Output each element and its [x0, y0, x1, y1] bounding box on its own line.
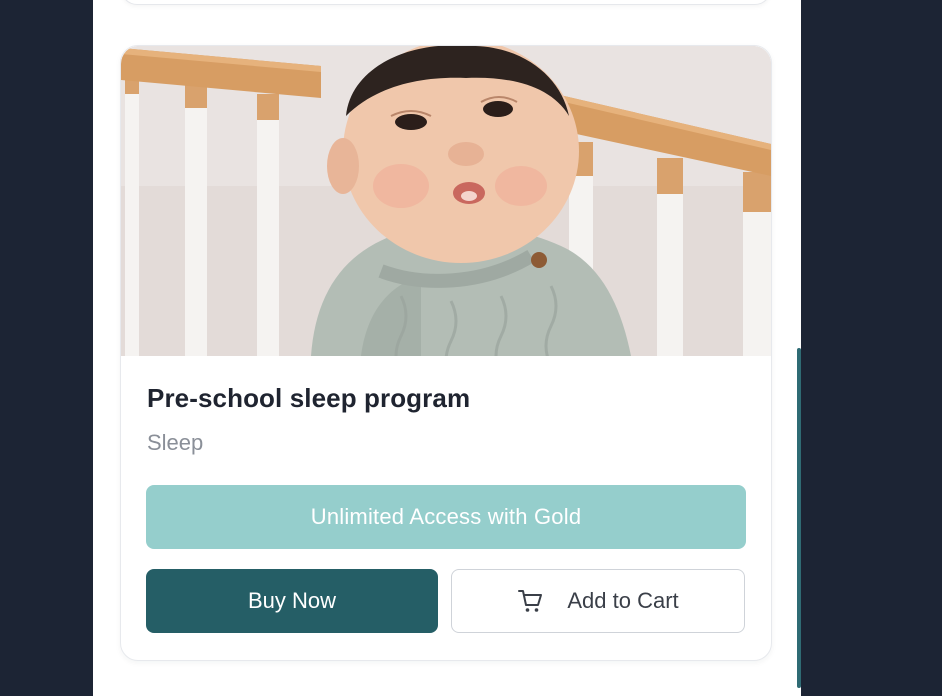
shopping-cart-icon [517, 588, 543, 614]
unlimited-access-gold-button[interactable]: Unlimited Access with Gold [146, 485, 746, 549]
product-title[interactable]: Pre-school sleep program [147, 383, 470, 414]
buy-now-button[interactable]: Buy Now [146, 569, 438, 633]
app-viewport[interactable]: Pre-school sleep program Sleep Unlimited… [93, 0, 801, 696]
gold-button-label: Unlimited Access with Gold [310, 504, 582, 529]
add-to-cart-button[interactable]: Add to Cart [451, 569, 745, 633]
product-card[interactable]: Pre-school sleep program Sleep Unlimited… [120, 45, 772, 661]
product-category: Sleep [147, 430, 204, 455]
add-to-cart-label: Add to Cart [567, 588, 679, 613]
product-image [121, 46, 771, 356]
buy-now-label: Buy Now [247, 588, 337, 613]
previous-product-card[interactable] [121, 0, 771, 5]
scrollbar-thumb[interactable] [797, 348, 801, 688]
